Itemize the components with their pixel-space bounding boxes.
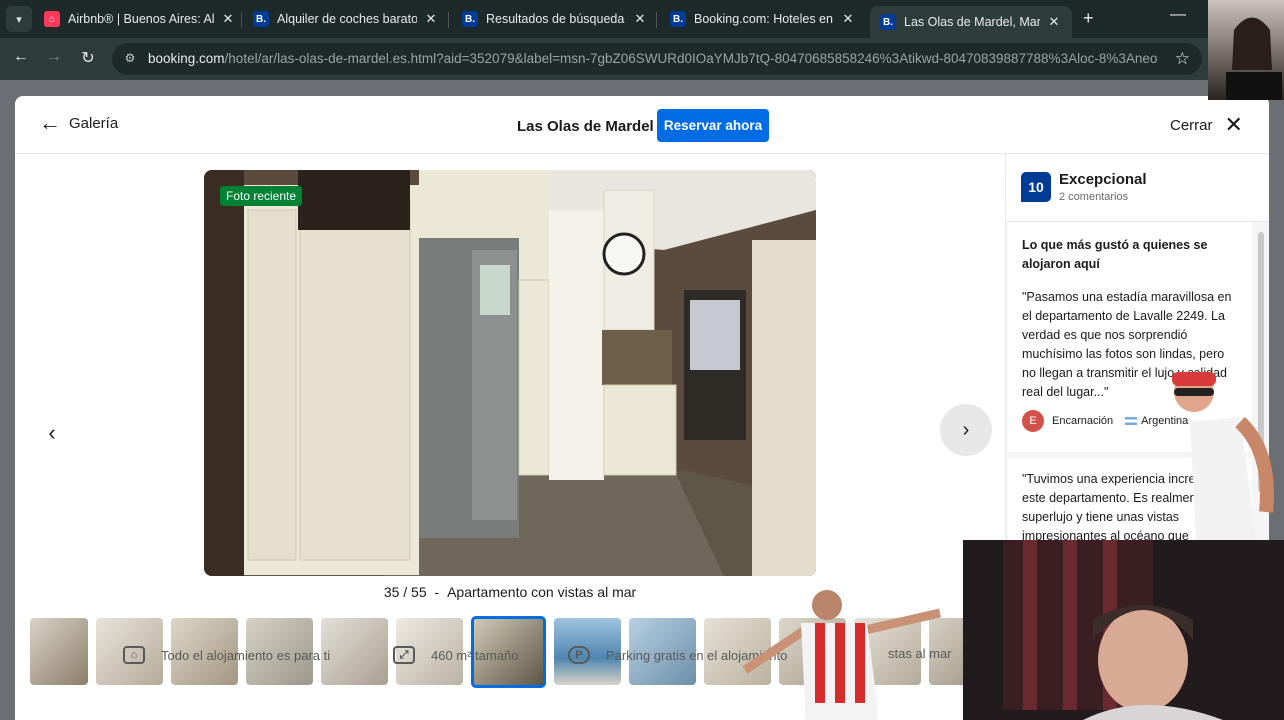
tab-las-olas[interactable]: B. Las Olas de Mardel, Mar del ✕ — [870, 6, 1072, 38]
parking-icon: P — [568, 646, 590, 664]
streamer-overlay-photo — [1208, 0, 1284, 100]
close-tab-icon[interactable]: ✕ — [840, 11, 856, 27]
tab-label: Alquiler de coches baratos: — [277, 12, 417, 26]
booking-icon: B. — [880, 14, 896, 30]
fact-item: ⤢ 460 m² tamaño — [393, 646, 518, 664]
close-label: Cerrar — [1170, 116, 1213, 134]
tab-divider — [656, 12, 657, 28]
booking-icon: B. — [462, 11, 478, 27]
close-icon: ✕ — [1224, 112, 1243, 137]
forward-arrow-icon[interactable]: → — [43, 48, 65, 66]
size-icon: ⤢ — [393, 646, 415, 664]
photo-counter: 35 / 55 — [383, 584, 427, 600]
minimize-icon[interactable]: — — [1170, 6, 1186, 24]
main-photo: Foto reciente — [204, 170, 816, 576]
tab-booking-hotels[interactable]: B. Booking.com: Hoteles en Ma ✕ — [670, 6, 856, 32]
review-score-summary[interactable]: 10 Excepcional 2 comentarios — [1006, 154, 1269, 222]
site-info-icon[interactable]: ⚙ — [122, 51, 138, 67]
property-title: Las Olas de Mardel — [517, 118, 654, 135]
review-count: 2 comentarios — [1059, 191, 1129, 203]
previous-photo-chevron-icon[interactable]: ‹ — [41, 420, 63, 446]
tab-search-results[interactable]: B. Resultados de búsqueda | Bo ✕ — [462, 6, 648, 32]
home-icon: ⌂ — [123, 646, 145, 664]
caption-separator: - — [434, 584, 440, 600]
fact-label: 460 m² tamaño — [431, 647, 519, 663]
football-player-illustration — [742, 590, 941, 720]
webcam-overlay — [963, 540, 1284, 720]
webcam-illustration — [963, 540, 1284, 720]
tab-label: Las Olas de Mardel, Mar del — [904, 15, 1040, 29]
reserve-now-button[interactable]: Reservar ahora — [657, 109, 769, 142]
tab-divider — [448, 12, 449, 28]
kitchen-photo-illustration — [204, 170, 816, 576]
reload-icon[interactable]: ↻ — [77, 48, 99, 68]
airbnb-icon: ⌂ — [44, 11, 60, 27]
reviews-heading: Lo que más gustó a quienes se alojaron a… — [1022, 238, 1208, 271]
score-label: Excepcional — [1059, 171, 1147, 188]
next-photo-button[interactable]: › — [940, 404, 992, 456]
close-button[interactable]: Cerrar ✕ — [1170, 112, 1243, 137]
person-overlay-illustration — [1172, 372, 1274, 540]
avatar: E — [1022, 410, 1044, 432]
tab-car-rental[interactable]: B. Alquiler de coches baratos: ✕ — [253, 6, 439, 32]
tab-airbnb[interactable]: ⌂ Airbnb® | Buenos Aires: Alo ✕ — [44, 6, 236, 32]
person-overlay-illustration — [1226, 17, 1282, 100]
thumbnail[interactable] — [30, 618, 88, 685]
author-name: Encarnación — [1052, 415, 1114, 427]
recent-photo-badge: Foto reciente — [220, 186, 303, 206]
bookmark-star-icon[interactable]: ☆ — [1175, 49, 1190, 69]
football-player-overlay — [735, 585, 950, 720]
dancing-person-overlay — [1160, 362, 1284, 540]
browser-tab-strip: ▾ ⌂ Airbnb® | Buenos Aires: Alo ✕ B. Alq… — [0, 0, 1284, 38]
photo-description: Apartamento con vistas al mar — [447, 584, 637, 600]
new-tab-icon[interactable]: + — [1083, 8, 1094, 29]
back-to-gallery-button[interactable]: ← Galería — [39, 110, 119, 135]
left-arrow-icon: ← — [39, 110, 61, 135]
browser-toolbar: ← → ↻ ⚙ booking.com/hotel/ar/las-olas-de… — [0, 38, 1284, 80]
address-bar[interactable]: ⚙ booking.com/hotel/ar/las-olas-de-marde… — [112, 43, 1202, 75]
tab-label: Resultados de búsqueda | Bo — [486, 12, 626, 26]
fact-item: ⌂ Todo el alojamiento es para ti — [123, 646, 330, 664]
score-badge: 10 — [1021, 172, 1051, 202]
modal-header: ← Galería Las Olas de Mardel Reservar ah… — [15, 96, 1269, 154]
close-tab-icon[interactable]: ✕ — [632, 11, 648, 27]
tab-label: Airbnb® | Buenos Aires: Alo — [68, 12, 214, 26]
back-arrow-icon[interactable]: ← — [10, 48, 32, 66]
tab-label: Booking.com: Hoteles en Ma — [694, 12, 834, 26]
argentina-flag-icon — [1125, 417, 1138, 425]
tab-divider — [241, 12, 242, 28]
back-label: Galería — [69, 114, 119, 132]
booking-icon: B. — [670, 11, 686, 27]
fact-label: Todo el alojamiento es para ti — [161, 647, 331, 663]
close-tab-icon[interactable]: ✕ — [220, 11, 236, 27]
url-text[interactable]: booking.com/hotel/ar/las-olas-de-mardel.… — [148, 51, 1158, 66]
close-tab-icon[interactable]: ✕ — [423, 11, 439, 27]
chevron-right-icon: › — [962, 418, 970, 441]
tab-search-menu-icon[interactable]: ▾ — [6, 6, 32, 32]
booking-icon: B. — [253, 11, 269, 27]
close-tab-icon[interactable]: ✕ — [1046, 14, 1062, 30]
